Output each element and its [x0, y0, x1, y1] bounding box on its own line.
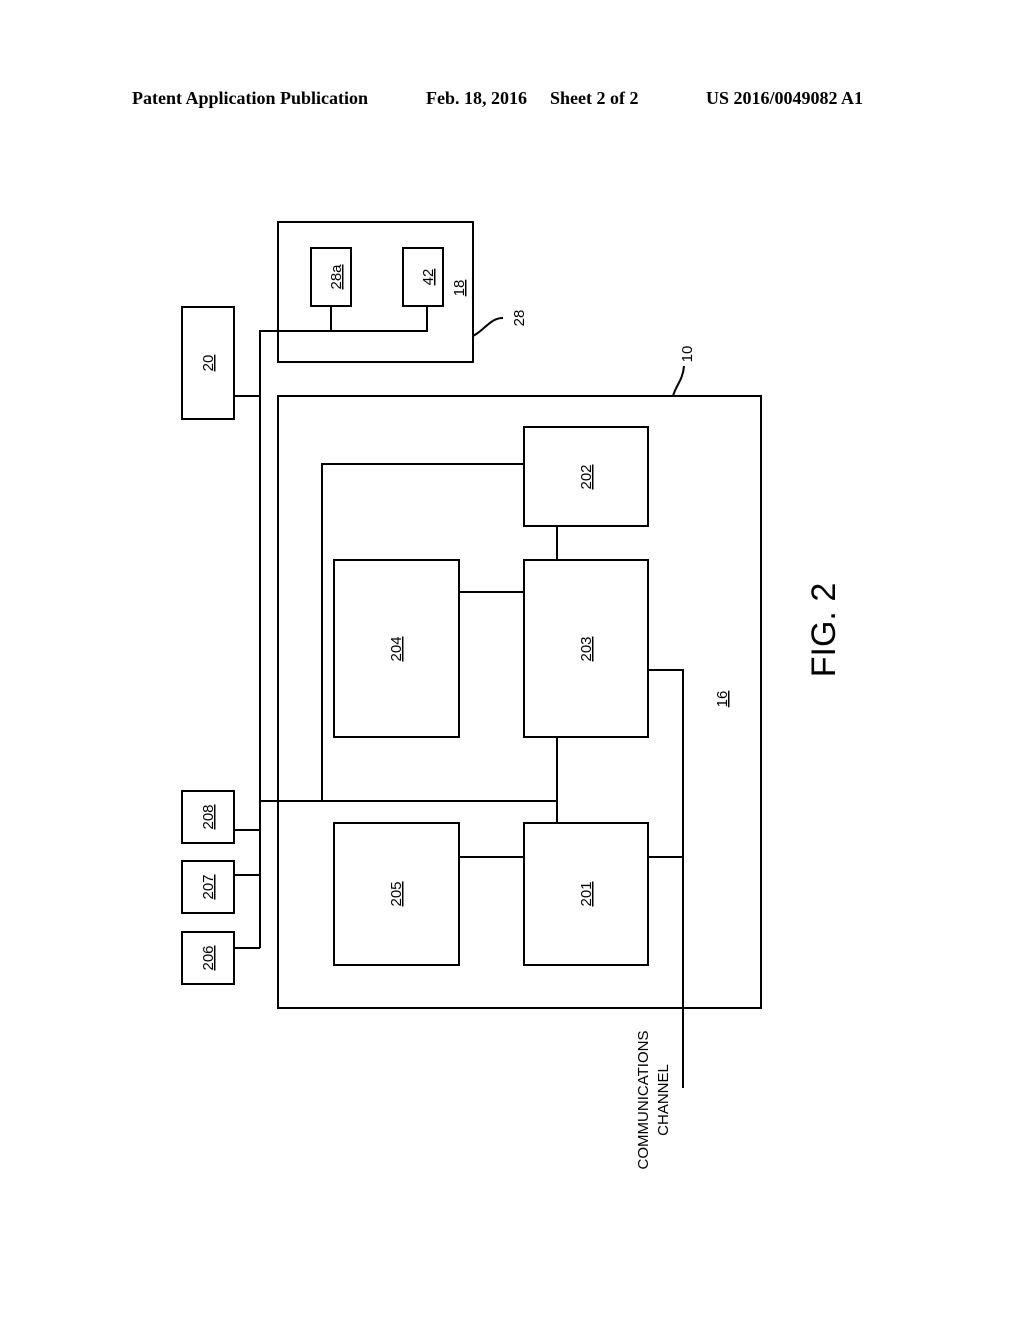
label-10: 10: [679, 346, 696, 363]
label-208: 208: [200, 804, 217, 829]
label-28a: 28a: [328, 264, 345, 290]
label-42: 42: [420, 269, 437, 286]
leader-28: [472, 317, 504, 337]
block-10: [277, 395, 762, 1009]
label-28: 28: [511, 310, 528, 327]
figure-caption: FIG. 2: [805, 583, 843, 677]
leader-10: [672, 365, 685, 397]
comm-channel-label-line2: CHANNEL: [655, 1064, 672, 1136]
label-202: 202: [578, 464, 595, 489]
label-16: 16: [714, 691, 731, 708]
block-diagram: 28a 42 18 28 20 10 202 204 203 16 205 20…: [181, 221, 843, 1170]
label-207: 207: [200, 874, 217, 899]
label-205: 205: [388, 881, 405, 906]
label-204: 204: [388, 636, 405, 661]
label-206: 206: [200, 945, 217, 970]
label-203: 203: [578, 636, 595, 661]
label-18: 18: [451, 280, 468, 297]
label-20: 20: [200, 355, 217, 372]
comm-channel-label-line1: COMMUNICATIONS: [635, 1031, 652, 1170]
label-201: 201: [578, 881, 595, 906]
